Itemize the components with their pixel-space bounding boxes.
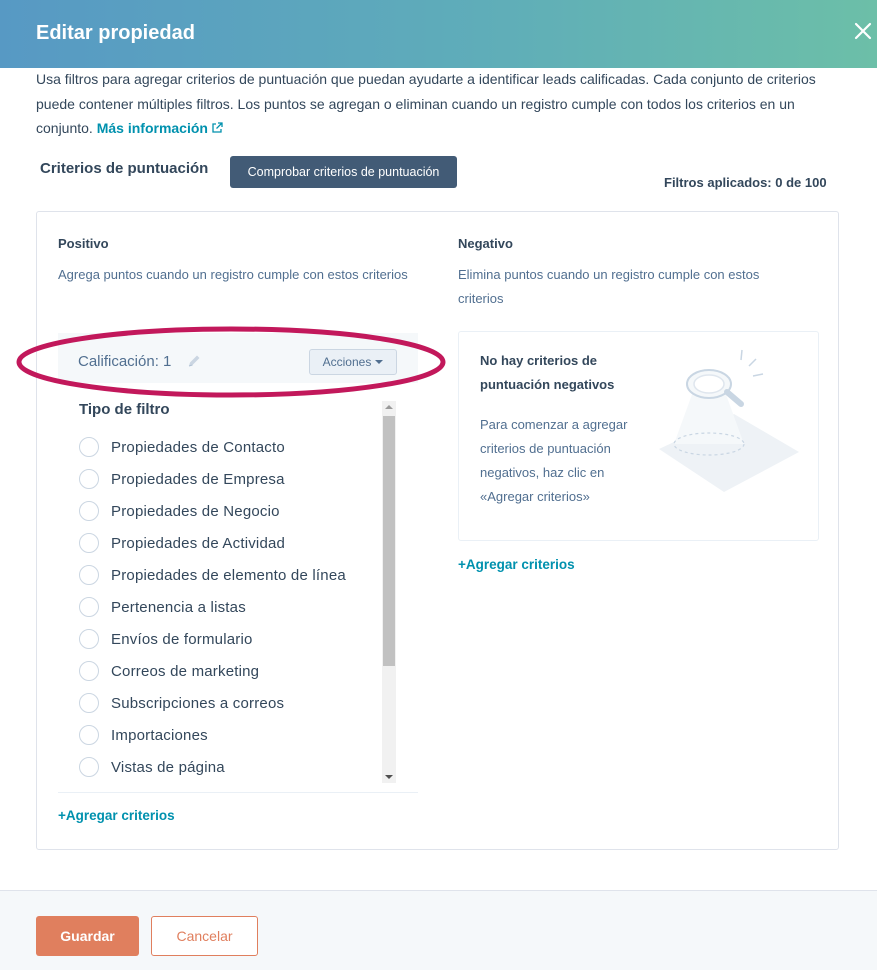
negative-description: Elimina puntos cuando un registro cumple… <box>458 267 760 306</box>
filter-option-label: Propiedades de Actividad <box>111 534 286 552</box>
score-group: Calificación: 1 Acciones Tipo de filtro … <box>58 333 418 793</box>
radio-button[interactable] <box>79 565 99 585</box>
filter-option[interactable]: Propiedades de Negocio <box>79 499 280 523</box>
filter-option[interactable]: Envíos de formulario <box>79 627 253 651</box>
positive-title: Positivo <box>58 236 109 251</box>
scroll-thumb[interactable] <box>383 416 395 666</box>
more-info-label: Más información <box>96 120 208 136</box>
caret-down-icon <box>375 360 384 364</box>
filter-option-label: Importaciones <box>111 726 208 744</box>
scroll-down-icon[interactable] <box>385 775 393 779</box>
criteria-title: Criterios de puntuación <box>40 160 209 177</box>
more-info-link[interactable]: Más información <box>97 120 223 136</box>
filter-scrollbar[interactable] <box>382 401 396 783</box>
radio-button[interactable] <box>79 597 99 617</box>
filter-option-label: Subscripciones a correos <box>111 694 285 712</box>
filter-option-label: Propiedades de Negocio <box>111 502 280 520</box>
actions-label: Acciones <box>322 355 372 369</box>
radio-button[interactable] <box>79 629 99 649</box>
pencil-icon[interactable] <box>186 353 202 369</box>
filter-option[interactable]: Propiedades de Empresa <box>79 467 285 491</box>
filter-option-label: Pertenencia a listas <box>111 598 246 616</box>
filter-option[interactable]: Propiedades de elemento de línea <box>79 563 346 587</box>
filter-option[interactable]: Importaciones <box>79 723 208 747</box>
external-link-icon <box>212 122 223 133</box>
negative-empty-description: Para comenzar a agregar criterios de pun… <box>480 417 628 504</box>
close-icon[interactable] <box>852 20 874 42</box>
filter-option-label: Correos de marketing <box>111 662 260 680</box>
filter-option-label: Propiedades de Contacto <box>111 438 285 456</box>
radio-button[interactable] <box>79 501 99 521</box>
intro-text: Usa filtros para agregar criterios de pu… <box>36 67 851 141</box>
filter-type-panel: Tipo de filtro Propiedades de Contacto P… <box>58 383 398 783</box>
filter-option[interactable]: Subscripciones a correos <box>79 691 284 715</box>
score-group-header: Calificación: 1 Acciones <box>58 333 418 383</box>
negative-empty-state: No hay criterios de puntuación negativos… <box>458 331 819 541</box>
radio-button[interactable] <box>79 757 99 777</box>
actions-button[interactable]: Acciones <box>309 349 397 375</box>
filter-option[interactable]: Propiedades de Contacto <box>79 435 285 459</box>
scroll-up-icon[interactable] <box>385 405 393 409</box>
save-button[interactable]: Guardar <box>36 916 139 956</box>
radio-button[interactable] <box>79 693 99 713</box>
filter-option[interactable]: Vistas de página <box>79 755 225 779</box>
cancel-button[interactable]: Cancelar <box>151 916 258 956</box>
filter-option-label: Vistas de página <box>111 758 225 776</box>
add-positive-criteria-link[interactable]: +Agregar criterios <box>58 808 175 823</box>
modal-footer: Guardar Cancelar <box>0 890 877 970</box>
radio-button[interactable] <box>79 469 99 489</box>
filter-option-label: Propiedades de elemento de línea <box>111 566 346 584</box>
radio-button[interactable] <box>79 533 99 553</box>
filter-option-label: Propiedades de Empresa <box>111 470 285 488</box>
add-negative-criteria-link[interactable]: +Agregar criterios <box>458 557 575 572</box>
radio-button[interactable] <box>79 725 99 745</box>
filter-type-title: Tipo de filtro <box>79 401 170 418</box>
negative-title: Negativo <box>458 236 513 251</box>
score-label: Calificación: 1 <box>78 353 172 370</box>
filter-option[interactable]: Propiedades de Actividad <box>79 531 285 555</box>
positive-description: Agrega puntos cuando un registro cumple … <box>58 267 408 282</box>
modal-title: Editar propiedad <box>36 22 195 44</box>
filters-applied-count: Filtros aplicados: 0 de 100 <box>664 175 827 190</box>
magnifying-glass-spotlight-icon <box>659 349 799 492</box>
check-criteria-button[interactable]: Comprobar criterios de puntuación <box>230 156 457 188</box>
filter-option[interactable]: Correos de marketing <box>79 659 259 683</box>
radio-button[interactable] <box>79 437 99 457</box>
filter-option-label: Envíos de formulario <box>111 630 253 648</box>
modal-header: Editar propiedad <box>0 0 877 68</box>
radio-button[interactable] <box>79 661 99 681</box>
negative-empty-title: No hay criterios de puntuación negativos <box>480 353 615 392</box>
filter-option[interactable]: Pertenencia a listas <box>79 595 246 619</box>
